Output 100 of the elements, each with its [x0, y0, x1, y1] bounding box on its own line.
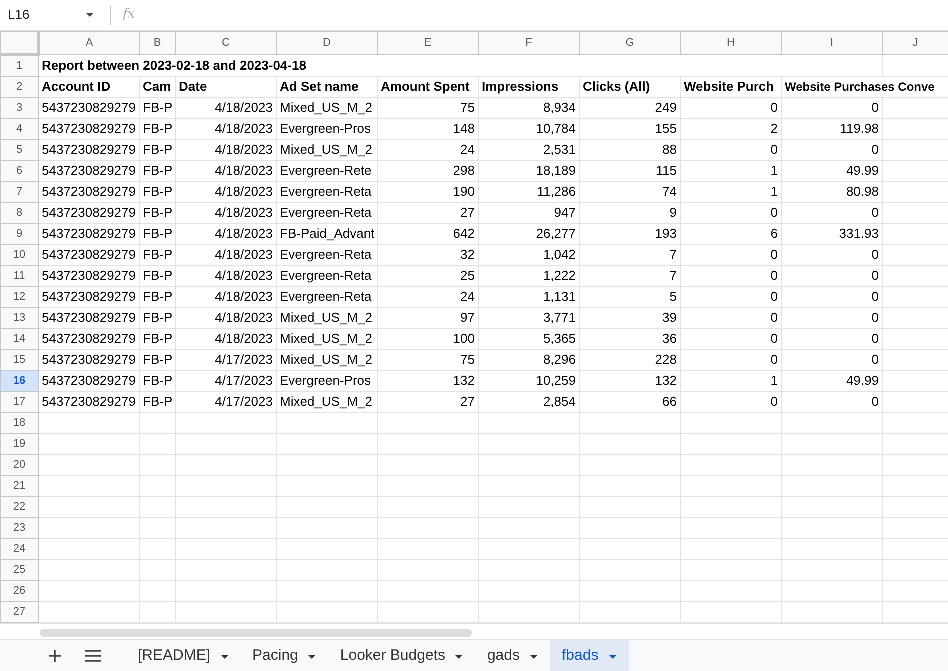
table-cell: Evergreen-Reta — [276, 266, 378, 286]
table-cell: FB-P — [140, 370, 176, 392]
table-cell: 4/18/2023 — [176, 98, 276, 118]
table-cell: 25 — [378, 266, 478, 286]
column-title: Account ID — [38, 76, 140, 98]
table-cell: Mixed_US_M_2 — [276, 308, 378, 328]
row-number[interactable]: 15 — [0, 350, 38, 370]
table-cell: FB-P — [140, 202, 176, 224]
row-number[interactable]: 6 — [0, 160, 38, 182]
sheet-tab[interactable]: Looker Budgets — [328, 640, 476, 671]
table-cell: 4/18/2023 — [176, 266, 276, 286]
row-number[interactable]: 22 — [0, 496, 38, 518]
row-number[interactable]: 13 — [0, 308, 38, 328]
table-cell: 74 — [580, 182, 680, 202]
caret-icon[interactable] — [530, 654, 538, 658]
row-number[interactable]: 23 — [0, 518, 38, 538]
sheet-tab[interactable]: gads — [475, 640, 550, 671]
table-cell: 7 — [580, 244, 680, 266]
table-cell: FB-P — [140, 392, 176, 412]
table-cell: 0 — [782, 140, 882, 160]
row-number[interactable]: 16 — [0, 370, 38, 392]
row-number[interactable]: 20 — [0, 454, 38, 476]
table-cell: 0 — [782, 308, 882, 328]
name-box[interactable]: L16 — [8, 5, 78, 25]
table-cell: 5437230829279 — [38, 286, 140, 308]
table-cell: 947 — [478, 202, 580, 224]
table-cell: Evergreen-Reta — [276, 244, 378, 266]
column-header[interactable]: C — [176, 32, 276, 54]
caret-icon[interactable] — [308, 654, 316, 658]
table-cell: 0 — [680, 328, 782, 350]
row-number[interactable]: 27 — [0, 602, 38, 622]
caret-icon[interactable] — [220, 654, 229, 658]
row-number[interactable]: 24 — [0, 538, 38, 560]
row-number[interactable]: 8 — [0, 202, 38, 224]
table-cell: FB-P — [140, 328, 176, 350]
table-cell: FB-P — [140, 140, 176, 160]
column-header[interactable]: J — [882, 32, 948, 54]
table-cell: 5437230829279 — [38, 118, 140, 140]
table-cell: 0 — [680, 140, 782, 160]
table-cell: 0 — [782, 98, 882, 118]
column-title: Ad Set name — [276, 76, 378, 98]
row-number[interactable]: 21 — [0, 476, 38, 496]
row-number[interactable]: 9 — [0, 224, 38, 244]
table-cell: 49.99 — [782, 160, 882, 182]
table-cell: 88 — [580, 140, 680, 160]
table-cell: 1 — [680, 160, 782, 182]
table-cell: 11,286 — [478, 182, 580, 202]
table-cell: 5437230829279 — [38, 98, 140, 118]
row-number[interactable]: 25 — [0, 560, 38, 580]
column-header[interactable]: B — [140, 32, 176, 54]
table-cell: Evergreen-Pros — [276, 118, 378, 140]
sheet-tab[interactable]: [README] — [126, 640, 241, 671]
column-header[interactable]: I — [782, 32, 882, 54]
caret-icon[interactable] — [455, 654, 464, 658]
table-cell: 0 — [680, 98, 782, 118]
table-cell: 4/18/2023 — [176, 308, 276, 328]
caret-icon[interactable] — [608, 654, 617, 658]
table-cell: 0 — [782, 244, 882, 266]
row-number[interactable]: 7 — [0, 182, 38, 202]
table-cell: Mixed_US_M_2 — [276, 392, 378, 412]
column-title: Website Purch — [680, 76, 782, 98]
column-title: Clicks (All) — [580, 76, 680, 98]
table-cell: 5437230829279 — [38, 202, 140, 224]
table-cell: 32 — [378, 244, 478, 266]
row-number[interactable]: 19 — [0, 434, 38, 454]
row-number[interactable]: 5 — [0, 140, 38, 160]
sheet-tab[interactable]: fbads — [550, 640, 629, 671]
row-number[interactable]: 12 — [0, 286, 38, 308]
row-number[interactable]: 3 — [0, 98, 38, 118]
table-cell: 155 — [580, 118, 680, 140]
row-number[interactable]: 10 — [0, 244, 38, 266]
table-cell: 115 — [580, 160, 680, 182]
column-header[interactable]: H — [680, 32, 782, 54]
column-header[interactable]: D — [276, 32, 378, 54]
table-cell: 1 — [680, 370, 782, 392]
row-number[interactable]: 18 — [0, 412, 38, 434]
column-header[interactable]: F — [478, 32, 580, 54]
caret-icon[interactable] — [86, 13, 94, 17]
table-cell: Evergreen-Reta — [276, 182, 378, 202]
table-cell: 148 — [378, 118, 478, 140]
table-cell: FB-P — [140, 244, 176, 266]
row-number[interactable]: 1 — [0, 54, 38, 76]
row-number[interactable]: 4 — [0, 118, 38, 140]
table-cell: Mixed_US_M_2 — [276, 98, 378, 118]
row-number[interactable]: 14 — [0, 328, 38, 350]
table-cell: 2,854 — [478, 392, 580, 412]
row-number[interactable]: 17 — [0, 392, 38, 412]
sheet-tab[interactable]: Pacing — [240, 640, 328, 671]
table-cell: Mixed_US_M_2 — [276, 140, 378, 160]
table-cell: 66 — [580, 392, 680, 412]
row-number[interactable]: 2 — [0, 76, 38, 98]
column-header[interactable]: A — [38, 32, 140, 54]
table-cell: 27 — [378, 392, 478, 412]
table-cell: 4/18/2023 — [176, 118, 276, 140]
row-number[interactable]: 26 — [0, 580, 38, 602]
column-header[interactable]: G — [580, 32, 680, 54]
table-cell: 6 — [680, 224, 782, 244]
column-header[interactable]: E — [378, 32, 478, 54]
row-number[interactable]: 11 — [0, 266, 38, 286]
scrollbar-thumb[interactable] — [40, 629, 472, 637]
